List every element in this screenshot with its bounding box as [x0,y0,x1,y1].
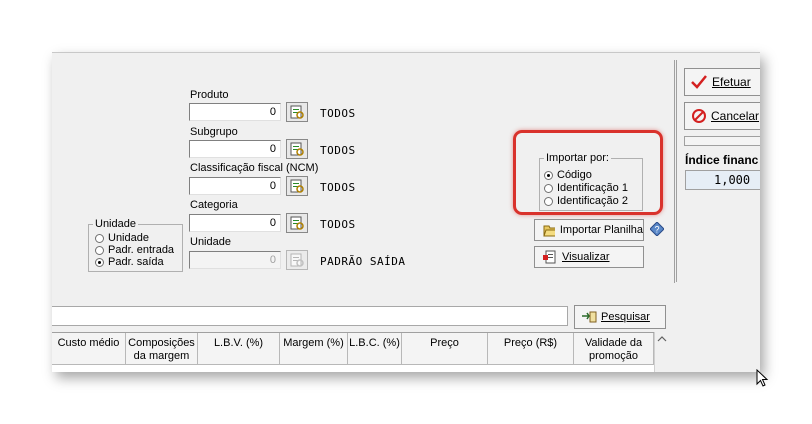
efetuar-label: Efetuar [712,75,751,89]
search-pointer-icon [582,311,597,323]
column-header-custo-medio[interactable]: Custo médio [52,333,126,365]
visualizar-label: Visualizar [562,251,610,263]
pesquisar-label: Pesquisar [601,311,650,323]
lookup-icon [290,216,304,230]
radio-label: Unidade [108,232,149,244]
help-diamond-icon[interactable]: ? [650,222,664,236]
check-icon [691,75,707,89]
unidade-label: Unidade [190,236,231,248]
column-header-validade[interactable]: Validade da promoção [574,333,654,365]
subgrupo-label: Subgrupo [190,126,238,138]
importar-highlight-annotation [513,130,663,215]
lookup-icon [290,142,304,156]
subgrupo-code-input[interactable]: 0 [189,140,281,158]
lookup-icon [290,253,304,267]
document-view-icon [543,250,556,264]
radio-padr-entrada[interactable]: Padr. entrada [95,244,174,256]
unidade-code-input: 0 [189,251,281,269]
lookup-icon [290,179,304,193]
products-table: Custo médio Composições da margem L.B.V.… [52,332,668,372]
column-header-preco[interactable]: Preço [402,333,488,365]
lookup-icon [290,105,304,119]
categoria-code-input[interactable]: 0 [189,214,281,232]
application-window: Produto 0 TODOS Subgrupo 0 TODOS Classif… [52,52,760,372]
radio-label: Padr. saída [108,256,164,268]
cancelar-label: Cancelar [711,109,760,123]
column-header-lbv[interactable]: L.B.V. (%) [198,333,280,365]
subgrupo-description: TODOS [320,144,356,157]
window-top-edge [52,52,760,53]
cancel-icon [692,109,706,123]
svg-text:?: ? [654,225,659,235]
categoria-description: TODOS [320,218,356,231]
importar-planilha-button[interactable]: Importar Planilha [534,219,644,241]
categoria-label: Categoria [190,199,238,211]
produto-code-input[interactable]: 0 [189,103,281,121]
table-vertical-scrollbar[interactable] [654,332,669,372]
action-panel: Efetuar Cancelar Índice financ 1,000 [676,52,760,372]
radio-padr-saida[interactable]: Padr. saída [95,256,164,268]
importar-planilha-label: Importar Planilha [559,224,643,236]
radio-indicator [95,257,104,267]
column-header-lbc[interactable]: L.B.C. (%) [348,333,402,365]
folder-open-icon [543,225,555,237]
column-header-preco-rs[interactable]: Preço (R$) [488,333,574,365]
scroll-up-arrow-icon[interactable] [655,332,669,346]
classificacao-lookup-button[interactable] [286,176,308,196]
pesquisar-button[interactable]: Pesquisar [574,305,666,329]
unidade-group-legend: Unidade [93,218,138,230]
subgrupo-lookup-button[interactable] [286,139,308,159]
produto-lookup-button[interactable] [286,102,308,122]
indice-financ-label: Índice financ [685,153,759,167]
action-panel-divider [676,60,677,282]
produto-label: Produto [190,89,229,101]
radio-indicator [95,233,104,243]
efetuar-button[interactable]: Efetuar [684,68,760,96]
mouse-cursor-icon [756,369,769,387]
indice-financ-input[interactable]: 1,000 [685,170,760,190]
produto-description: TODOS [320,107,356,120]
cancelar-button[interactable]: Cancelar [684,102,760,130]
unidade-lookup-button [286,250,308,270]
radio-unidade[interactable]: Unidade [95,232,149,244]
unidade-description: PADRÃO SAÍDA [320,255,406,268]
radio-indicator [95,245,104,255]
classificacao-code-input[interactable]: 0 [189,177,281,195]
classificacao-label: Classificação fiscal (NCM) [190,162,319,174]
progress-bar [684,136,760,146]
radio-label: Padr. entrada [108,244,175,256]
search-input[interactable] [52,306,568,326]
column-header-margem[interactable]: Margem (%) [280,333,348,365]
classificacao-description: TODOS [320,181,356,194]
categoria-lookup-button[interactable] [286,213,308,233]
visualizar-button[interactable]: Visualizar [534,246,644,268]
column-header-composicoes[interactable]: Composições da margem [126,333,198,365]
